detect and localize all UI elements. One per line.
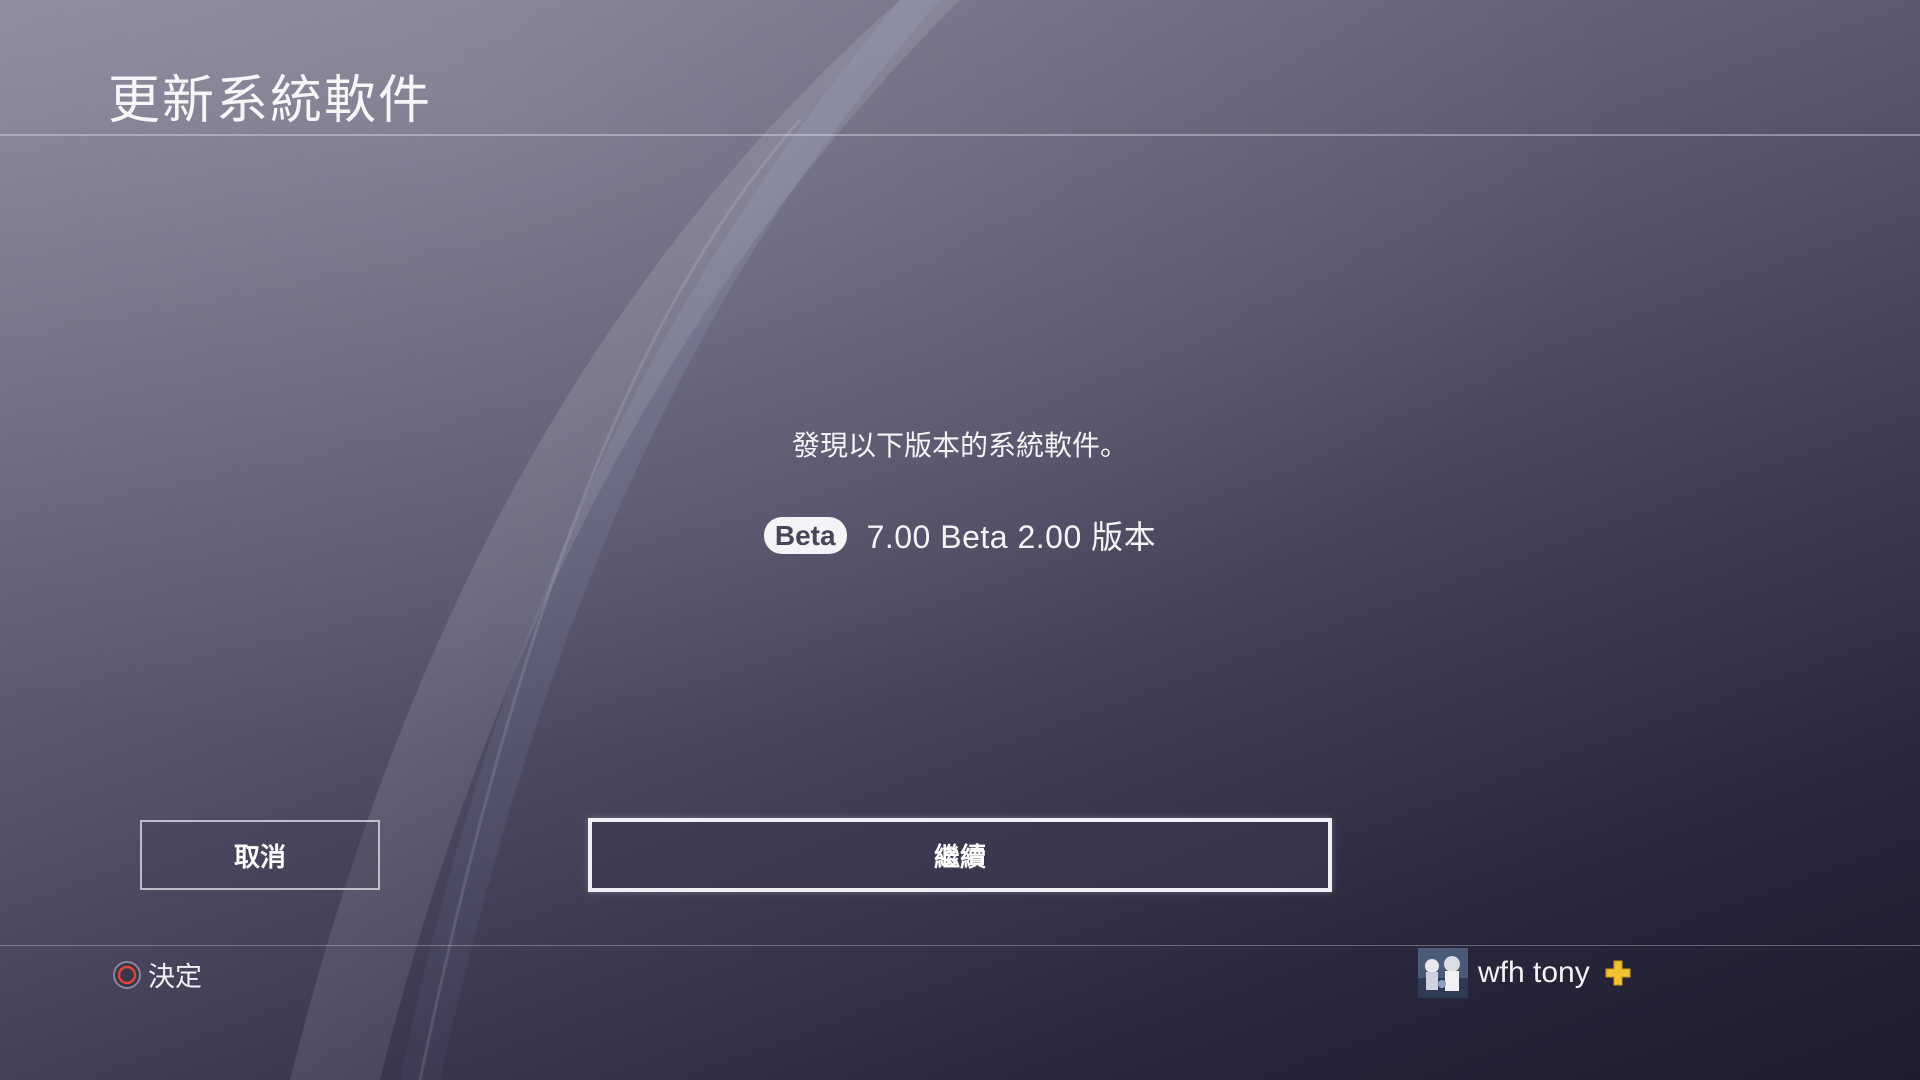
page-title: 更新系統軟件 (108, 71, 433, 131)
avatar (1418, 948, 1468, 998)
confirm-hint-label: 決定 (148, 962, 202, 993)
user-info[interactable]: wfh tony (1418, 948, 1632, 998)
confirm-hint: 決定 (112, 955, 202, 994)
playstation-plus-icon (1605, 960, 1631, 986)
footer-divider (0, 945, 1920, 946)
version-info: Beta 7.00 Beta 2.00 版本 (0, 512, 1920, 558)
beta-badge: Beta (763, 516, 847, 554)
cancel-button[interactable]: 取消 (140, 820, 380, 890)
update-found-message: 發現以下版本的系統軟件。 (791, 429, 1128, 462)
username: wfh tony (1478, 956, 1590, 989)
header-divider (0, 134, 1920, 136)
circle-button-icon (113, 960, 141, 989)
continue-button[interactable]: 繼續 (588, 818, 1332, 892)
version-label: 7.00 Beta 2.00 版本 (866, 519, 1157, 555)
